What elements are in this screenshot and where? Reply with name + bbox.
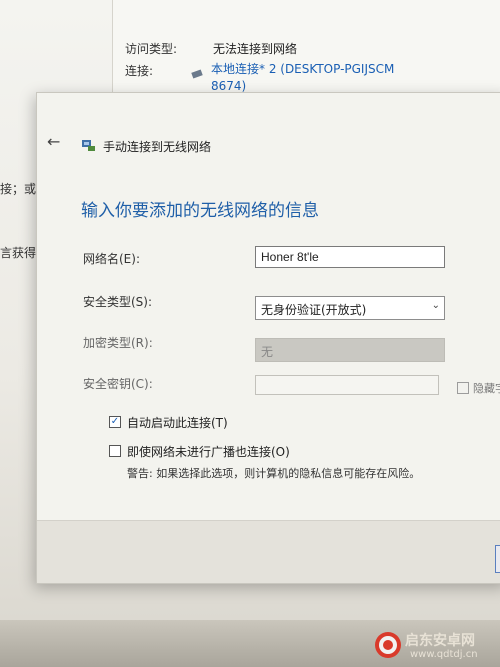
hide-characters-label: 隐藏字 [473,382,500,395]
access-type-value: 无法连接到网络 [213,42,298,56]
watermark-name: 启东安卓网 [405,633,475,649]
watermark-url: www.qdtdj.cn [410,649,478,660]
next-button[interactable] [495,545,500,573]
network-name-label: 网络名(E): [83,252,140,266]
connection-link[interactable]: 本地连接* 2 (DESKTOP-PGIJSCM 8674) [211,61,394,95]
watermark-logo-icon [375,632,401,658]
manual-wireless-connect-dialog: ← 手动连接到无线网络 输入你要添加的无线网络的信息 网络名(E): 安全类型(… [36,92,500,584]
connect-hidden-checkbox[interactable] [109,445,121,457]
security-key-input[interactable] [255,375,439,395]
access-type-label: 访问类型: [125,42,178,56]
dialog-heading: 输入你要添加的无线网络的信息 [81,201,319,221]
security-type-value: 无身份验证(开放式) [261,303,367,317]
wireless-network-icon [81,137,97,153]
privacy-warning-text: 警告: 如果选择此选项，则计算机的隐私信息可能存在风险。 [127,467,421,480]
network-adapter-icon [191,64,205,79]
connection-label: 连接: [125,64,154,78]
connection-link-line1: 本地连接* 2 (DESKTOP-PGIJSCM [211,62,395,76]
dialog-footer [37,520,500,583]
security-key-label: 安全密钥(C): [83,377,153,391]
encryption-type-label: 加密类型(R): [83,336,153,350]
background-text-fragment: 接；或 [0,182,37,196]
connect-hidden-label: 即使网络未进行广播也连接(O) [127,445,290,459]
encryption-type-value: 无 [261,345,274,359]
dialog-title: 手动连接到无线网络 [103,140,212,154]
security-type-select[interactable]: 无身份验证(开放式) ⌄ [255,296,445,320]
encryption-type-select: 无 [255,338,445,362]
auto-start-label: 自动启动此连接(T) [127,416,228,430]
network-name-input[interactable] [255,246,445,268]
back-arrow-icon[interactable]: ← [47,134,63,150]
chevron-down-icon: ⌄ [431,300,440,311]
network-properties-panel: 访问类型: 无法连接到网络 连接: 本地连接* 2 (DESKTOP-PGIJS… [112,0,500,100]
hide-characters-checkbox[interactable] [457,382,469,394]
auto-start-checkbox[interactable]: ✓ [109,416,121,428]
security-type-label: 安全类型(S): [83,295,153,309]
connection-link-line2: 8674) [211,79,247,93]
